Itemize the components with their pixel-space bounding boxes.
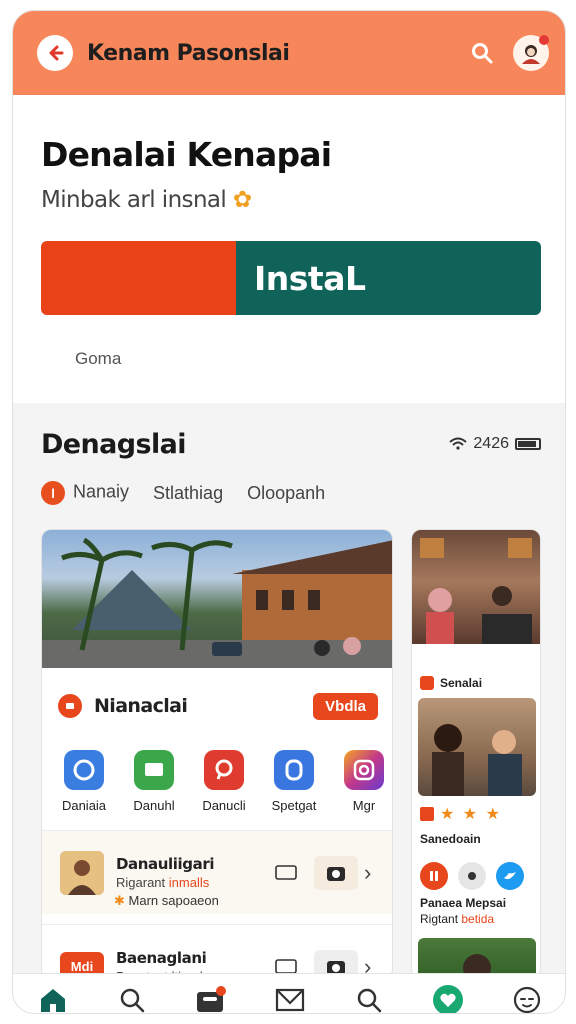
card-photo: [42, 530, 392, 668]
hero-subtitle-text: Minbak arl insnal: [41, 187, 227, 213]
list-item-note: ✱ Marn sapoaeon: [114, 893, 219, 908]
side-label-3: Panaea Mepsai Rigtant betida: [420, 896, 507, 926]
list-item-title: Baenaglani: [116, 949, 207, 967]
card-brand-icon: [58, 694, 82, 718]
install-button-label: InstaL: [236, 241, 541, 315]
heart-icon[interactable]: [428, 980, 468, 1013]
header-title: Kenam Pasonslai: [87, 40, 290, 66]
side-icon-row: [420, 862, 524, 890]
side-brand-icon: [420, 676, 434, 690]
side-photo-2: [418, 698, 536, 796]
side-card[interactable]: Senalai ★ ★ ★ Sanedoain Panaea Mepsai Ri…: [411, 529, 541, 979]
app-circle-icon: [64, 750, 104, 790]
list-item-subtitle: Rigarant inmalls: [116, 875, 210, 890]
status-text: 2426: [473, 435, 509, 452]
battery-icon: [515, 438, 541, 450]
camera-icon[interactable]: [314, 855, 358, 890]
list-item-text: Danauliigari Rigarant inmalls: [116, 855, 258, 890]
face-icon[interactable]: [507, 980, 547, 1014]
filter-icon: l: [41, 481, 65, 505]
search-icon[interactable]: [112, 980, 152, 1014]
profile-avatar-icon[interactable]: [513, 35, 549, 71]
wallet-icon[interactable]: [191, 980, 231, 1014]
install-button-left: [41, 241, 236, 315]
list-item[interactable]: Danauliigari Rigarant inmalls › ✱ Marn s…: [42, 830, 392, 914]
app-item[interactable]: Spetgat: [262, 750, 326, 820]
screen-icon[interactable]: [264, 856, 308, 890]
camera-icon[interactable]: [458, 862, 486, 890]
app-b-icon: [274, 750, 314, 790]
section-title: Denagslai: [41, 429, 187, 460]
app-frame: Kenam Pasonslai Denalai Kenapai Minbak a…: [12, 10, 566, 1014]
side-label-1: Senalai: [420, 676, 482, 690]
status-indicators: 2426: [449, 435, 541, 453]
list-item-title: Danauliigari: [116, 855, 215, 873]
bottom-nav: [13, 973, 565, 1014]
mail-icon[interactable]: [270, 980, 310, 1014]
side-photo-1: [412, 530, 540, 644]
search-icon[interactable]: [349, 980, 389, 1014]
app-item[interactable]: Danuhl: [122, 750, 186, 820]
list-item[interactable]: Mdi Baenaglani Papatent ltianda ›: [42, 924, 392, 978]
side-rating: ★ ★ ★: [420, 804, 502, 824]
app-pin-icon: [204, 750, 244, 790]
card-header-row: Nianaclai Vbdla: [58, 690, 378, 722]
bird-icon[interactable]: [496, 862, 524, 890]
chevron-right-icon[interactable]: ›: [364, 860, 384, 886]
hero-section: Denalai Kenapai Minbak arl insnal ✿ Inst…: [13, 95, 565, 403]
flag-icon: [420, 807, 434, 821]
app-item[interactable]: Daniaia: [52, 750, 116, 820]
filter-bar: l Nanaiy Stlathiag Oloopanh: [41, 481, 325, 505]
bookmark-icon[interactable]: [420, 862, 448, 890]
list-thumbnail: [60, 850, 104, 895]
filter-item-2[interactable]: Stlathiag: [153, 483, 223, 504]
app-item[interactable]: Mgr: [332, 750, 392, 820]
star-icon: ✱: [114, 893, 125, 908]
card-name: Nianaclai: [94, 695, 188, 717]
hero-note: Goma: [75, 349, 122, 368]
sparkle-icon: ✿: [232, 187, 252, 213]
notification-dot: [539, 35, 549, 45]
main-card[interactable]: Nianaclai Vbdla Daniaia Danuhl Danucli S…: [41, 529, 393, 979]
app-header: Kenam Pasonslai: [13, 11, 565, 95]
app-message-icon: [134, 750, 174, 790]
install-button[interactable]: InstaL: [41, 241, 541, 315]
filter-item-3[interactable]: Oloopanh: [247, 483, 325, 504]
filter-item-1[interactable]: l Nanaiy: [41, 481, 129, 505]
app-item[interactable]: Danucli: [192, 750, 256, 820]
search-icon[interactable]: [465, 36, 499, 70]
page-title: Denalai Kenapai: [41, 135, 332, 174]
wifi-icon: [449, 437, 468, 450]
app-row: Daniaia Danuhl Danucli Spetgat Mgr: [52, 750, 392, 820]
hero-subtitle: Minbak arl insnal ✿: [41, 187, 252, 213]
card-action-button[interactable]: Vbdla: [313, 692, 378, 720]
side-label-2: Sanedoain: [420, 832, 481, 846]
star-rating: ★ ★ ★: [440, 806, 502, 823]
home-icon[interactable]: [33, 980, 73, 1014]
content-section: Denagslai 2426 l Nanaiy Stlathiag Oloopan…: [13, 403, 565, 979]
back-arrow-icon[interactable]: [37, 35, 73, 71]
app-camera-icon: [344, 750, 384, 790]
